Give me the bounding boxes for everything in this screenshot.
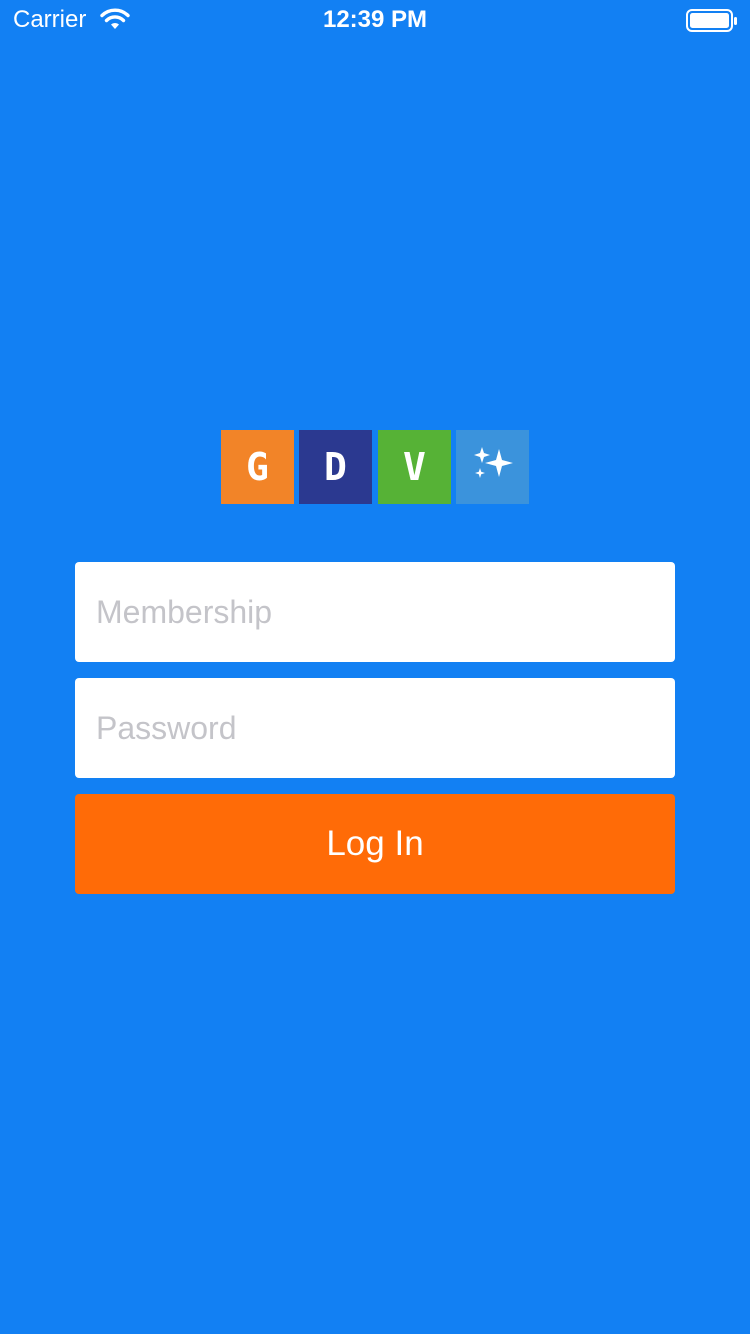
password-input[interactable] bbox=[75, 678, 675, 778]
logo-letter-g: G bbox=[246, 445, 269, 489]
logo-letter-v: V bbox=[403, 445, 426, 489]
membership-field[interactable] bbox=[75, 562, 675, 662]
logo-tile-g: G bbox=[221, 430, 294, 504]
battery-icon bbox=[686, 9, 738, 33]
logo-tile-sparkles bbox=[456, 430, 529, 504]
sparkles-icon bbox=[471, 443, 515, 492]
clock-time: 12:39 PM bbox=[322, 6, 428, 33]
login-button[interactable]: Log In bbox=[75, 794, 675, 894]
membership-input[interactable] bbox=[75, 562, 675, 662]
password-field[interactable] bbox=[75, 678, 675, 778]
status-bar: Carrier 12:39 PM bbox=[0, 0, 750, 40]
logo-tile-v: V bbox=[378, 430, 451, 504]
logo-tile-d: D bbox=[299, 430, 372, 504]
gdv-logo: G D V bbox=[221, 430, 529, 504]
logo-letter-d: D bbox=[324, 445, 347, 489]
